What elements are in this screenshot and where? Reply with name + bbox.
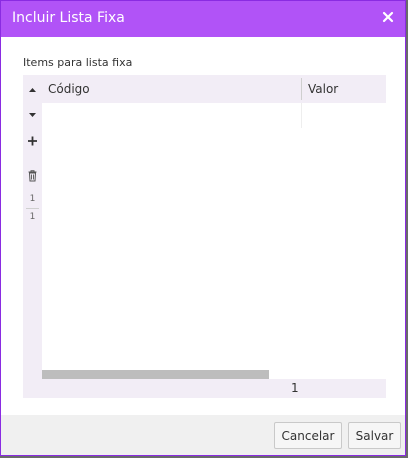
column-divider [301, 103, 302, 128]
delete-row-button[interactable] [23, 167, 42, 185]
triangle-down-icon [29, 113, 36, 117]
row-number: 1 [29, 194, 36, 204]
dialog-title: Incluir Lista Fixa [12, 10, 125, 26]
column-header-valor[interactable]: Valor [308, 75, 338, 103]
grid-table: Código Valor 1 [42, 75, 386, 398]
row-divider [26, 208, 39, 209]
column-header-codigo[interactable]: Código [48, 75, 90, 103]
dialog-titlebar: Incluir Lista Fixa [1, 1, 405, 37]
fixed-list-grid: 1 1 Código Valor 1 [23, 75, 386, 398]
list-label: Items para lista fixa [23, 56, 133, 69]
move-down-button[interactable] [23, 106, 42, 124]
trash-icon [28, 170, 37, 182]
close-icon[interactable] [380, 9, 396, 25]
dialog-content: Items para lista fixa 1 1 Código Valor 1 [1, 37, 405, 415]
cancel-button[interactable]: Cancelar [274, 422, 342, 449]
row-number: 1 [29, 212, 36, 222]
dialog: Incluir Lista Fixa Items para lista fixa [0, 0, 406, 456]
column-divider[interactable] [301, 78, 302, 100]
horizontal-scrollbar[interactable] [42, 370, 269, 379]
move-up-button[interactable] [23, 81, 42, 99]
grid-header: Código Valor [42, 75, 386, 103]
add-row-button[interactable] [23, 132, 42, 150]
grid-body[interactable] [42, 103, 386, 379]
grid-pager: 1 [42, 379, 386, 398]
page-number[interactable]: 1 [291, 381, 299, 395]
plus-icon [28, 136, 37, 146]
triangle-up-icon [29, 88, 36, 92]
grid-toolbar: 1 1 [23, 75, 42, 398]
save-button[interactable]: Salvar [348, 422, 401, 449]
